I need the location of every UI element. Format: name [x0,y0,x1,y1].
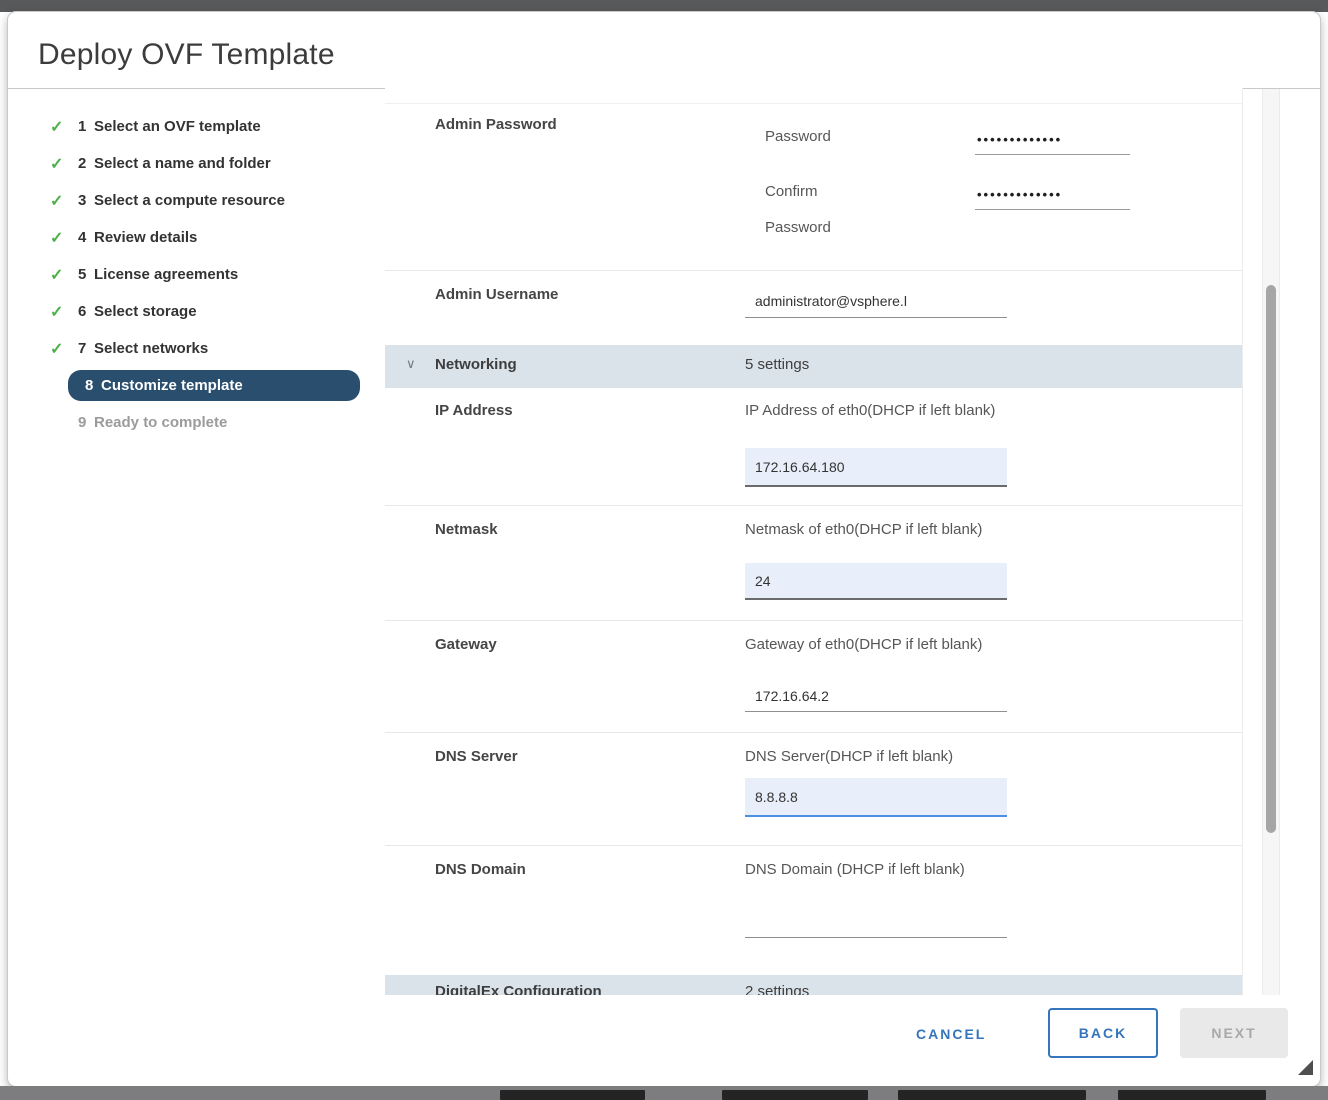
step-8-customize-template-active[interactable]: 8 Customize template [8,367,385,404]
step-number: 5 [78,266,86,283]
customize-template-form: Admin Password Password Confirm Password… [385,88,1243,995]
ip-address-label: IP Address [435,402,513,419]
step-1-select-an-ovf-template[interactable]: ✓ 1 Select an OVF template [8,108,385,145]
check-icon: ✓ [50,228,70,248]
step-number: 7 [78,340,86,357]
step-number: 1 [78,118,86,135]
step-label: Select networks [94,340,208,357]
check-icon: ✓ [50,154,70,174]
page-backdrop-top [0,0,1328,12]
networking-settings-count: 5 settings [745,356,809,373]
step-number: 4 [78,229,86,246]
deploy-ovf-template-dialog: Deploy OVF Template ✓ 1 Select an OVF te… [8,12,1320,1086]
step-6-select-storage[interactable]: ✓ 6 Select storage [8,293,385,330]
step-label: Select a compute resource [94,192,285,209]
cancel-button[interactable]: CANCEL [906,1020,996,1048]
networking-section-header[interactable]: ∨ Networking 5 settings [385,345,1243,388]
background-page-remnant [1118,1090,1266,1100]
dns-server-description: DNS Server(DHCP if left blank) [745,748,953,765]
step-label: Select a name and folder [94,155,271,172]
row-divider [385,845,1243,846]
step-number: 9 [78,414,86,431]
digitalex-configuration-section-header[interactable]: DigitalEx Configuration 2 settings [385,975,1243,995]
dns-domain-label: DNS Domain [435,861,526,878]
background-page-remnant [898,1090,1086,1100]
check-icon: ✓ [50,117,70,137]
background-page-remnant [722,1090,868,1100]
dialog-resize-handle[interactable] [1298,1060,1313,1075]
check-icon: ✓ [50,339,70,359]
background-page-remnant [500,1090,645,1100]
step-number: 3 [78,192,86,209]
row-divider [385,270,1243,271]
step-number: 2 [78,155,86,172]
step-label: Select an OVF template [94,118,261,135]
password-sublabel: Password [765,128,831,145]
scrollbar-thumb[interactable] [1266,285,1276,833]
gateway-input[interactable] [745,680,1007,712]
page-backdrop-bottom [0,1086,1328,1100]
admin-password-input[interactable] [975,124,1130,155]
confirm-password-sublabel-line1: Confirm [765,183,818,200]
step-label: Review details [94,229,197,246]
gateway-label: Gateway [435,636,497,653]
netmask-input[interactable] [745,563,1007,600]
row-divider [385,505,1243,506]
step-label: Customize template [101,377,243,394]
confirm-password-sublabel-line2: Password [765,219,831,236]
netmask-description: Netmask of eth0(DHCP if left blank) [745,521,982,538]
step-label: Ready to complete [94,414,227,431]
digitalex-section-label: DigitalEx Configuration [435,983,602,995]
step-number: 6 [78,303,86,320]
gateway-description: Gateway of eth0(DHCP if left blank) [745,636,982,653]
digitalex-settings-count: 2 settings [745,983,809,995]
next-button-disabled[interactable]: NEXT [1180,1008,1288,1058]
admin-password-label: Admin Password [435,116,557,133]
wizard-step-list: ✓ 1 Select an OVF template ✓ 2 Select a … [8,108,385,441]
dns-server-input[interactable] [745,778,1007,817]
networking-section-label: Networking [435,356,517,373]
chevron-down-icon[interactable]: ∨ [406,356,416,372]
check-icon: ✓ [50,265,70,285]
netmask-label: Netmask [435,521,498,538]
ip-address-description: IP Address of eth0(DHCP if left blank) [745,402,995,419]
back-button[interactable]: BACK [1048,1008,1158,1058]
ip-address-input[interactable] [745,448,1007,487]
row-divider [385,103,1243,104]
step-2-select-a-name-and-folder[interactable]: ✓ 2 Select a name and folder [8,145,385,182]
step-3-select-a-compute-resource[interactable]: ✓ 3 Select a compute resource [8,182,385,219]
step-label: License agreements [94,266,238,283]
dns-server-label: DNS Server [435,748,518,765]
step-5-license-agreements[interactable]: ✓ 5 License agreements [8,256,385,293]
dns-domain-description: DNS Domain (DHCP if left blank) [745,861,965,878]
row-divider [385,620,1243,621]
dialog-title: Deploy OVF Template [38,38,335,72]
admin-username-label: Admin Username [435,286,558,303]
step-9-ready-to-complete: 9 Ready to complete [8,404,385,441]
step-label: Select storage [94,303,197,320]
check-icon: ✓ [50,191,70,211]
row-divider [385,732,1243,733]
admin-username-input[interactable] [745,284,1007,318]
dns-domain-input[interactable] [745,906,1007,938]
step-number: 8 [85,377,93,394]
step-4-review-details[interactable]: ✓ 4 Review details [8,219,385,256]
step-7-select-networks[interactable]: ✓ 7 Select networks [8,330,385,367]
confirm-password-input[interactable] [975,179,1130,210]
check-icon: ✓ [50,302,70,322]
